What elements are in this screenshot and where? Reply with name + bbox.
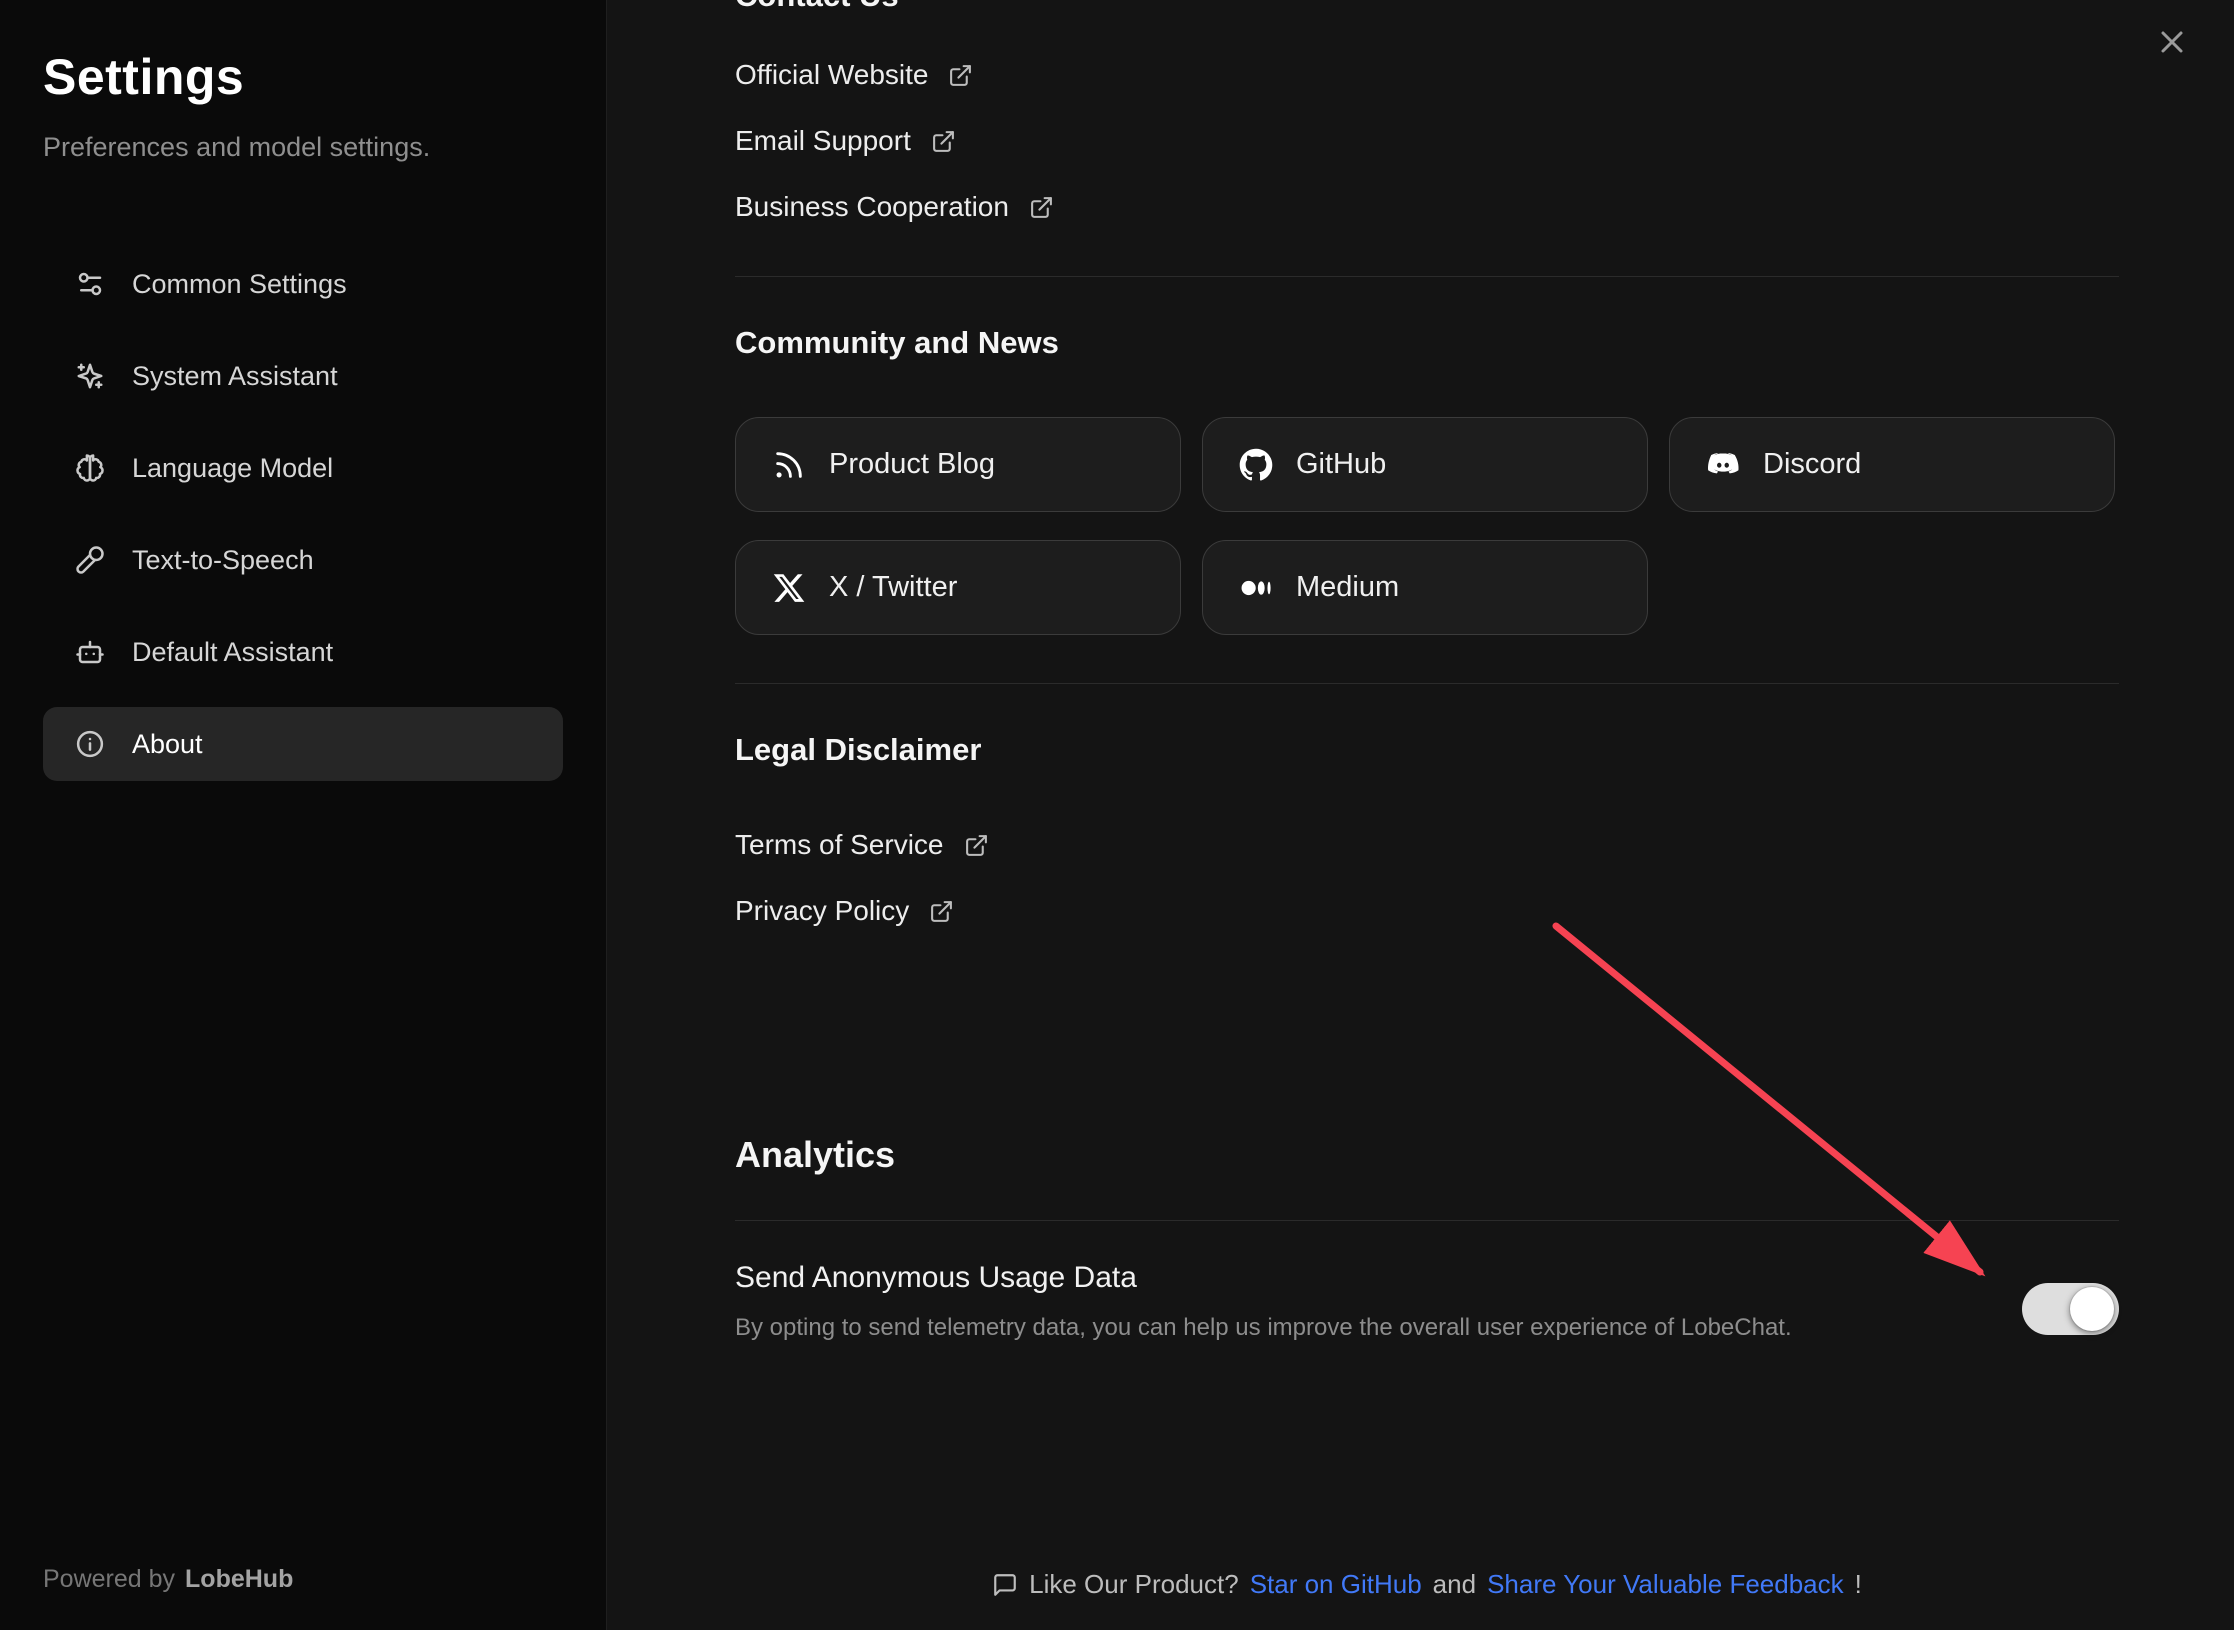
external-link-icon xyxy=(964,833,989,858)
button-label: Medium xyxy=(1296,571,1399,604)
sparkles-icon xyxy=(75,361,105,391)
link-label: Business Cooperation xyxy=(735,191,1009,223)
footer-text: ! xyxy=(1855,1569,1862,1600)
x-twitter-button[interactable]: X / Twitter xyxy=(735,540,1181,635)
divider xyxy=(735,276,2119,277)
discord-icon xyxy=(1706,448,1740,482)
lobehub-brand: LobeHub xyxy=(185,1565,293,1593)
discord-button[interactable]: Discord xyxy=(1669,417,2115,512)
community-heading: Community and News xyxy=(735,321,2119,365)
divider xyxy=(735,1220,2119,1221)
link-label: Privacy Policy xyxy=(735,895,909,927)
setting-text: Send Anonymous Usage Data By opting to s… xyxy=(735,1257,1792,1343)
contact-heading: Contact Us xyxy=(735,0,2119,18)
setting-title: Send Anonymous Usage Data xyxy=(735,1257,1792,1299)
github-icon xyxy=(1239,448,1273,482)
page-title: Settings xyxy=(43,48,563,106)
privacy-policy-link[interactable]: Privacy Policy xyxy=(735,878,954,944)
external-link-icon xyxy=(1029,195,1054,220)
medium-button[interactable]: Medium xyxy=(1202,540,1648,635)
settings-window: Settings Preferences and model settings.… xyxy=(0,0,2234,1630)
sidebar-item-label: Common Settings xyxy=(132,269,347,300)
footer-text: Like Our Product? xyxy=(1029,1569,1239,1600)
sidebar-item-common-settings[interactable]: Common Settings xyxy=(43,247,563,321)
link-label: Terms of Service xyxy=(735,829,944,861)
button-label: Discord xyxy=(1763,448,1861,481)
legal-links: Terms of Service Privacy Policy xyxy=(735,812,2119,944)
button-label: GitHub xyxy=(1296,448,1386,481)
analytics-setting-row: Send Anonymous Usage Data By opting to s… xyxy=(735,1257,2119,1343)
bot-icon xyxy=(75,637,105,667)
community-buttons: Product Blog GitHub Discord xyxy=(735,417,2119,635)
product-blog-button[interactable]: Product Blog xyxy=(735,417,1181,512)
sidebar-item-label: Language Model xyxy=(132,453,333,484)
link-label: Email Support xyxy=(735,125,911,157)
sidebar-item-label: System Assistant xyxy=(132,361,338,392)
sidebar-item-label: Text-to-Speech xyxy=(132,545,314,576)
brain-icon xyxy=(75,453,105,483)
external-link-icon xyxy=(929,899,954,924)
github-button[interactable]: GitHub xyxy=(1202,417,1648,512)
powered-by: Powered by LobeHub xyxy=(43,1565,293,1594)
sidebar-item-language-model[interactable]: Language Model xyxy=(43,431,563,505)
info-icon xyxy=(75,729,105,759)
sidebar-item-about[interactable]: About xyxy=(43,707,563,781)
contact-links: Official Website Email Support Business … xyxy=(735,42,2119,240)
official-website-link[interactable]: Official Website xyxy=(735,42,973,108)
business-cooperation-link[interactable]: Business Cooperation xyxy=(735,174,1054,240)
mic-icon xyxy=(75,545,105,575)
external-link-icon xyxy=(948,63,973,88)
sidebar-item-text-to-speech[interactable]: Text-to-Speech xyxy=(43,523,563,597)
sliders-icon xyxy=(75,269,105,299)
main-footer: Like Our Product? Star on GitHub and Sha… xyxy=(735,1569,2119,1600)
send-usage-data-toggle[interactable] xyxy=(2022,1283,2119,1335)
page-subtitle: Preferences and model settings. xyxy=(43,132,563,163)
external-link-icon xyxy=(931,129,956,154)
divider xyxy=(735,683,2119,684)
email-support-link[interactable]: Email Support xyxy=(735,108,956,174)
share-feedback-link[interactable]: Share Your Valuable Feedback xyxy=(1487,1569,1844,1600)
close-icon[interactable] xyxy=(2154,24,2190,60)
analytics-heading: Analytics xyxy=(735,1130,2119,1180)
powered-by-text: Powered by xyxy=(43,1565,175,1593)
legal-heading: Legal Disclaimer xyxy=(735,728,2119,772)
medium-icon xyxy=(1239,571,1273,605)
sidebar-item-label: About xyxy=(132,729,203,760)
link-label: Official Website xyxy=(735,59,928,91)
about-panel: Contact Us Official Website Email Suppor… xyxy=(607,0,2234,1630)
button-label: X / Twitter xyxy=(829,571,957,604)
settings-nav: Common Settings System Assistant Languag… xyxy=(43,247,563,781)
message-icon xyxy=(992,1572,1018,1598)
sidebar-item-default-assistant[interactable]: Default Assistant xyxy=(43,615,563,689)
setting-description: By opting to send telemetry data, you ca… xyxy=(735,1313,1792,1343)
sidebar-item-label: Default Assistant xyxy=(132,637,333,668)
button-label: Product Blog xyxy=(829,448,995,481)
sidebar-item-system-assistant[interactable]: System Assistant xyxy=(43,339,563,413)
terms-of-service-link[interactable]: Terms of Service xyxy=(735,812,989,878)
star-on-github-link[interactable]: Star on GitHub xyxy=(1250,1569,1422,1600)
x-icon xyxy=(772,571,806,605)
rss-icon xyxy=(772,448,806,482)
footer-text: and xyxy=(1433,1569,1476,1600)
about-content: Contact Us Official Website Email Suppor… xyxy=(735,0,2119,1343)
toggle-knob xyxy=(2070,1287,2114,1331)
sidebar: Settings Preferences and model settings.… xyxy=(0,0,607,1630)
